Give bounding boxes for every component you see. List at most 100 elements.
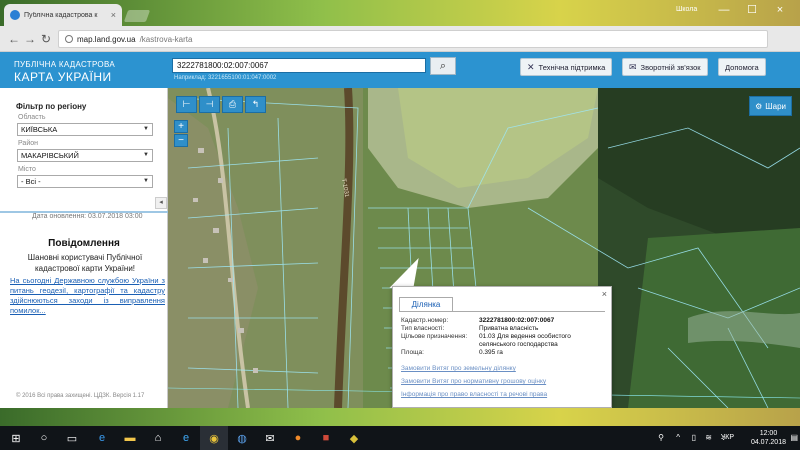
mail-button[interactable]: ✉ [256, 426, 284, 450]
gear-icon: ⚙ [755, 101, 763, 111]
feedback-button[interactable]: ✉ Зворотній зв'язок [622, 58, 708, 76]
clock-date: 04.07.2018 [750, 439, 786, 446]
store-icon: ⌂ [154, 432, 162, 444]
chrome-icon: ◉ [209, 432, 219, 445]
map-toolbar: ⊢ ⊣ ⎙ ↰ [176, 96, 266, 113]
misto-select[interactable]: - Всі - ▼ [17, 175, 153, 188]
oblast-label: Область [18, 114, 46, 121]
search-icon: ○ [40, 432, 48, 444]
store-button[interactable]: ⌂ [144, 426, 172, 450]
ie-button[interactable]: e [172, 426, 200, 450]
measure-area-tool-icon[interactable]: ⊣ [199, 96, 220, 113]
minimize-button[interactable]: — [712, 2, 736, 18]
circle-app-icon: ◍ [237, 432, 247, 445]
envelope-icon: ✉ [629, 61, 637, 72]
cadastral-value: 3222781800:02:007:0067 [479, 317, 555, 324]
battery-icon[interactable]: ▯ [692, 433, 696, 442]
tab-close-icon[interactable]: × [111, 10, 116, 20]
reload-button[interactable]: ↻ [38, 31, 54, 47]
measure-distance-tool-icon[interactable]: ⊢ [176, 96, 197, 113]
order-valuation-link[interactable]: Замовити Витяг про нормативну грошову оц… [401, 378, 546, 385]
area-value: 0.395 га [479, 349, 503, 356]
task-view-button[interactable]: ▭ [58, 426, 86, 450]
web-page: ПУБЛІЧНА КАДАСТРОВА КАРТА УКРАЇНИ 322278… [0, 52, 800, 408]
collapse-sidebar-button[interactable]: ◂ [155, 197, 167, 209]
tab-title: Публічна кадастрова к [24, 11, 98, 19]
notifications-icon[interactable]: ▤ [790, 433, 798, 442]
chevron-up-icon[interactable]: ^ [676, 433, 680, 442]
logo-line1[interactable]: ПУБЛІЧНА КАДАСТРОВА [14, 60, 115, 69]
identify-cursor-icon[interactable]: ↰ [245, 96, 266, 113]
profile-name[interactable]: Школа [676, 6, 697, 13]
raion-select[interactable]: МАКАРІВСЬКИЙ ▼ [17, 149, 153, 162]
people-icon[interactable]: ⚲ [658, 433, 664, 442]
filter-title: Фільтр по регіону [16, 102, 87, 111]
map-canvas[interactable]: Т-1031 ⊢ ⊣ ⎙ ↰ + − ⚙ Шари × Ділянка Када… [168, 88, 800, 408]
zoom-out-button[interactable]: − [174, 134, 188, 147]
area-label: Площа: [401, 349, 424, 356]
misto-label: Місто [18, 166, 36, 173]
firefox-button[interactable]: ● [284, 426, 312, 450]
edge-icon: e [98, 432, 106, 444]
notification-link[interactable]: На сьогодні Державною службою України з … [10, 276, 165, 316]
url-input[interactable]: map.land.gov.ua/kastrova-karta [58, 30, 768, 48]
back-button[interactable]: ← [6, 31, 22, 47]
language-indicator[interactable]: УКР [721, 434, 734, 441]
divider [399, 311, 605, 312]
zoom-in-button[interactable]: + [174, 120, 188, 133]
notification-title: Повідомлення [48, 238, 120, 249]
ownership-info-link[interactable]: Інформація про право власності та речові… [401, 391, 547, 398]
clock-time: 12:00 [759, 430, 778, 437]
help-label: Допомога [725, 62, 759, 72]
search-example: Наприклад: 3221655100:01:047:0002 [174, 75, 277, 81]
app-button[interactable]: ◍ [228, 426, 256, 450]
support-button[interactable]: ✕ Технічна підтримка [520, 58, 613, 76]
ownership-value: Приватна власність [479, 325, 539, 332]
search-button[interactable]: ○ [30, 426, 58, 450]
close-icon[interactable]: × [602, 289, 607, 299]
folder-icon: ▬ [124, 432, 136, 444]
layers-label: Шари [765, 101, 786, 111]
info-icon[interactable] [65, 35, 73, 43]
browser-window: Публічна кадастрова к × Школа — ☐ × ← → … [0, 0, 800, 414]
support-label: Технічна підтримка [538, 62, 606, 72]
sidebar: Фільтр по регіону Область КИЇВСЬКА ▼ Рай… [0, 88, 168, 408]
clock[interactable]: 12:00 04.07.2018 [751, 429, 786, 447]
logo-line2[interactable]: КАРТА УКРАЇНИ [14, 70, 112, 84]
browser-tab[interactable]: Публічна кадастрова к × [4, 4, 122, 26]
explorer-button[interactable]: ▬ [116, 426, 144, 450]
forward-button[interactable]: → [22, 31, 38, 47]
internet-explorer-icon: e [182, 432, 190, 444]
print-icon[interactable]: ⎙ [222, 96, 243, 113]
search-button[interactable]: ⌕ [430, 57, 456, 75]
close-window-button[interactable]: × [768, 2, 792, 18]
zoom-controls: + − [174, 120, 188, 148]
start-button[interactable]: ⊞ [2, 426, 30, 450]
oblast-select[interactable]: КИЇВСЬКА ▼ [17, 123, 153, 136]
title-bar: Публічна кадастрова к × Школа — ☐ × [0, 0, 800, 26]
update-date: Дата оновлення: 03.07.2018 03:00 [32, 213, 143, 220]
cadastral-search-input[interactable]: 3222781800:02:007:0067 [172, 58, 426, 73]
maximize-button[interactable]: ☐ [740, 2, 764, 18]
wifi-icon[interactable]: ≋ [705, 433, 712, 442]
help-button[interactable]: Допомога [718, 58, 766, 76]
dropdown-arrow-icon: ▼ [143, 178, 149, 184]
order-extract-link[interactable]: Замовити Витяг про земельну ділянку [401, 365, 516, 372]
raion-value: МАКАРІВСЬКИЙ [21, 151, 79, 160]
layers-button[interactable]: ⚙ Шари [749, 96, 792, 116]
chrome-button[interactable]: ◉ [200, 426, 228, 450]
copyright: © 2016 Всі права захищені. ЦДЗК. Версія … [16, 393, 145, 399]
firefox-icon: ● [294, 432, 302, 444]
app-button[interactable]: ■ [312, 426, 340, 450]
url-host: map.land.gov.ua [77, 34, 136, 44]
new-tab-button[interactable] [123, 10, 151, 22]
tab-parcel[interactable]: Ділянка [399, 297, 453, 312]
tools-icon: ✕ [527, 61, 535, 72]
app-button[interactable]: ◆ [340, 426, 368, 450]
windows-logo-icon: ⊞ [11, 432, 21, 445]
edge-button[interactable]: e [88, 426, 116, 450]
oblast-value: КИЇВСЬКА [21, 125, 58, 134]
purpose-label: Цільове призначення: [401, 333, 468, 340]
feedback-label: Зворотній зв'язок [640, 62, 701, 72]
site-header: ПУБЛІЧНА КАДАСТРОВА КАРТА УКРАЇНИ 322278… [0, 52, 800, 88]
